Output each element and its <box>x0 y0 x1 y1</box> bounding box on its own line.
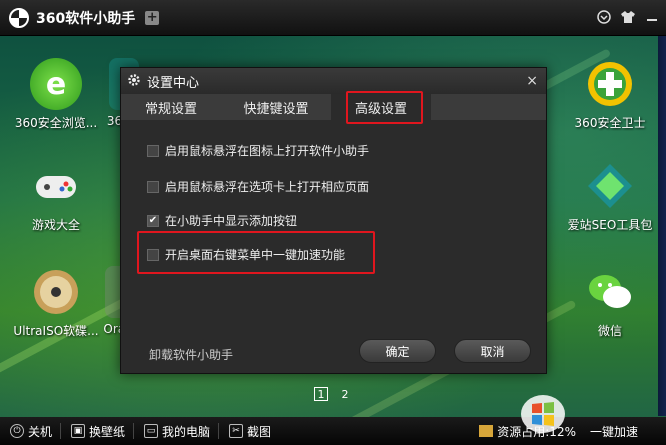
page-1-button[interactable]: 1 <box>314 387 328 401</box>
option-label: 启用鼠标悬浮在选项卡上打开相应页面 <box>165 180 370 194</box>
dialog-header: 设置中心 × <box>121 68 546 94</box>
option-hover-icon-open[interactable]: 启用鼠标悬浮在图标上打开软件小助手 <box>147 142 369 159</box>
gamepad-icon <box>30 160 82 212</box>
desktop-icon-label: 微信 <box>597 324 622 338</box>
add-tab-button[interactable]: + <box>145 10 160 25</box>
settings-dialog: 设置中心 × 常规设置 快捷键设置 高级设置 启用鼠标悬浮在图标上打开软件小助手… <box>120 67 547 374</box>
app-title: 360软件小助手 <box>36 10 136 27</box>
minimize-icon[interactable] <box>644 9 660 25</box>
desktop-icon-aizhan-seo[interactable]: 爱站SEO工具包 <box>562 160 658 233</box>
disc-icon <box>30 266 82 318</box>
desktop-icon-games[interactable]: 游戏大全 <box>8 160 104 233</box>
screenshot-button[interactable]: ✂ 截图 <box>229 423 271 440</box>
option-label: 在小助手中显示添加按钮 <box>165 214 298 228</box>
skin-shirt-icon[interactable] <box>620 9 636 25</box>
wallpaper-button[interactable]: ▣ 换壁纸 <box>71 423 125 440</box>
uninstall-link[interactable]: 卸载软件小助手 <box>149 346 233 363</box>
settings-tabs: 常规设置 快捷键设置 高级设置 <box>121 94 546 120</box>
my-computer-button[interactable]: ▭ 我的电脑 <box>144 423 210 440</box>
shutdown-button[interactable]: ⏻ 关机 <box>10 423 52 440</box>
wechat-icon <box>584 266 636 318</box>
shutdown-label: 关机 <box>28 424 53 439</box>
windows-logo-icon <box>520 394 566 437</box>
desktop-icon-wechat[interactable]: 微信 <box>562 266 658 339</box>
checkbox[interactable] <box>147 144 159 157</box>
desktop-icon-360-browser[interactable]: e 360安全浏览... <box>8 58 104 131</box>
app-titlebar: 360软件小助手 + <box>0 0 666 36</box>
computer-icon: ▭ <box>144 424 159 438</box>
my-computer-label: 我的电脑 <box>162 424 211 439</box>
highlight-box-speedup-option <box>137 231 375 274</box>
dialog-title: 设置中心 <box>147 75 200 91</box>
resource-bar-icon <box>479 425 494 437</box>
ok-button[interactable]: 确定 <box>359 339 436 363</box>
power-icon: ⏻ <box>10 424 24 438</box>
svg-text:e: e <box>46 67 66 102</box>
page-2-button[interactable]: 2 <box>338 387 352 401</box>
checkbox[interactable] <box>147 180 159 193</box>
side-edge <box>658 36 666 416</box>
screenshot-label: 截图 <box>247 424 272 439</box>
highlight-box-advanced-tab <box>346 91 423 124</box>
desktop-icon-label: UltraISO软碟... <box>13 324 99 338</box>
desktop-icon-label: 360安全卫士 <box>574 116 646 130</box>
page-indicator: 1 2 <box>314 387 352 401</box>
tab-hotkeys[interactable]: 快捷键设置 <box>221 94 331 120</box>
checkbox-checked[interactable]: ✔ <box>147 214 159 227</box>
desktop-icon-label: 游戏大全 <box>31 218 80 232</box>
wallpaper-label: 换壁纸 <box>89 424 126 439</box>
option-label: 启用鼠标悬浮在图标上打开软件小助手 <box>165 144 370 158</box>
360-helper-logo-icon <box>8 7 30 29</box>
speedup-button[interactable]: 一键加速 <box>590 423 638 440</box>
tab-general[interactable]: 常规设置 <box>121 94 221 120</box>
cancel-button[interactable]: 取消 <box>454 339 531 363</box>
option-show-add-button[interactable]: ✔ 在小助手中显示添加按钮 <box>147 212 297 229</box>
dropdown-icon[interactable] <box>596 9 612 25</box>
bottom-toolbar: ⏻ 关机 ▣ 换壁纸 ▭ 我的电脑 ✂ 截图 资源占用:12% 一键加速 <box>0 417 666 445</box>
gear-icon <box>127 73 141 90</box>
360-browser-icon: e <box>30 58 82 110</box>
seo-tool-icon <box>584 160 636 212</box>
360-safe-icon <box>584 58 636 110</box>
desktop-icon-ultraiso[interactable]: UltraISO软碟... <box>8 266 104 339</box>
close-icon[interactable]: × <box>526 73 538 89</box>
desktop-icon-label: 爱站SEO工具包 <box>567 218 653 232</box>
wallpaper-icon: ▣ <box>71 424 86 438</box>
scissors-icon: ✂ <box>229 424 244 438</box>
desktop-icon-label: 360安全浏览... <box>14 116 98 130</box>
desktop-icon-360-safe[interactable]: 360安全卫士 <box>562 58 658 131</box>
option-hover-tab-open[interactable]: 启用鼠标悬浮在选项卡上打开相应页面 <box>147 178 369 195</box>
